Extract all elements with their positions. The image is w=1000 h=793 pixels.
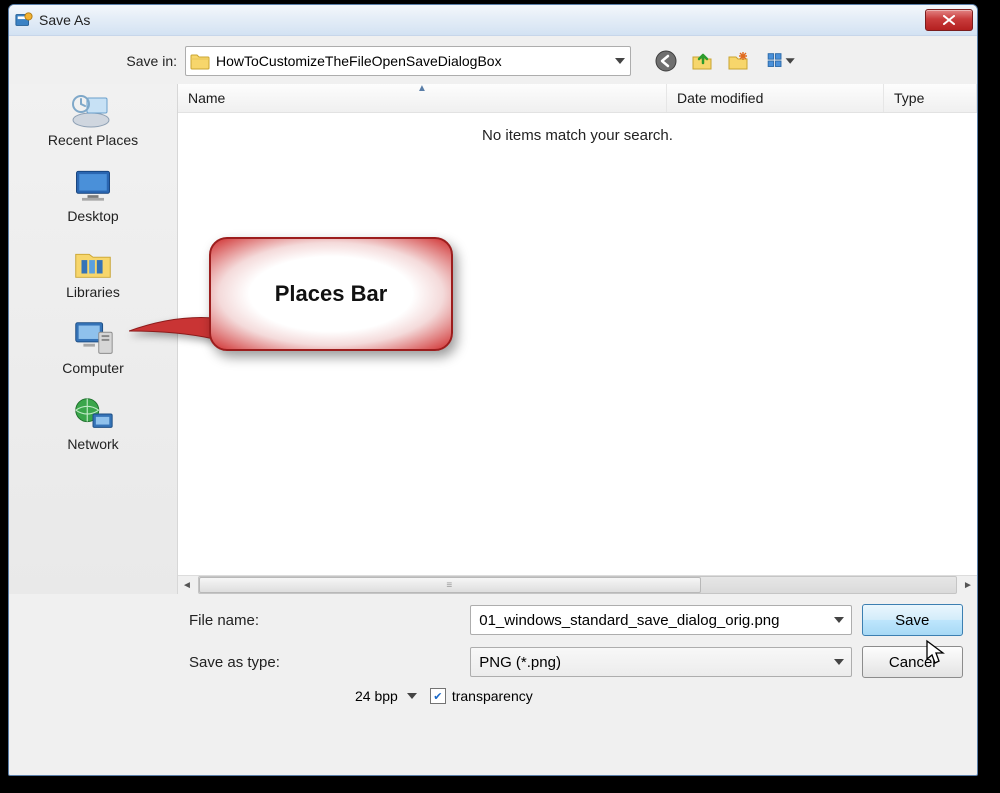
save-button-label: Save (895, 612, 929, 629)
place-network[interactable]: Network (23, 394, 163, 452)
bottom-form: File name: 01_windows_standard_save_dial… (9, 594, 977, 712)
view-menu-button[interactable] (761, 48, 801, 74)
folder-up-icon (690, 49, 714, 73)
computer-icon (69, 318, 117, 358)
scroll-left-icon[interactable]: ◄ (178, 577, 196, 593)
bpp-select[interactable]: 24 bpp (355, 688, 418, 704)
column-date-label: Date modified (677, 90, 763, 106)
horizontal-scrollbar[interactable]: ◄ ≡ ► (178, 575, 977, 594)
place-recent[interactable]: Recent Places (23, 90, 163, 148)
column-name[interactable]: Name ▲ (178, 84, 667, 112)
recent-places-icon (69, 90, 117, 130)
filename-label: File name: (21, 612, 460, 629)
view-menu-icon (764, 50, 798, 72)
column-name-label: Name (188, 90, 225, 106)
place-label: Computer (62, 360, 123, 376)
place-label: Desktop (67, 208, 118, 224)
toolbar-nav (653, 48, 801, 74)
save-in-label: Save in: (21, 53, 177, 69)
transparency-checkbox[interactable]: ✔ transparency (430, 688, 533, 704)
cancel-button-label: Cancel (889, 654, 936, 671)
desktop-icon (69, 166, 117, 206)
new-folder-button[interactable] (725, 48, 751, 74)
column-type[interactable]: Type (884, 84, 977, 112)
bpp-value: 24 bpp (355, 688, 398, 704)
place-label: Libraries (66, 284, 120, 300)
callout-text: Places Bar (275, 281, 388, 307)
chevron-down-icon (406, 690, 418, 702)
save-in-value: HowToCustomizeTheFileOpenSaveDialogBox (216, 53, 608, 69)
folder-icon (190, 52, 210, 70)
save-as-dialog: Save As Save in: HowToCustomizeTheFileOp… (8, 4, 978, 776)
sort-ascending-icon: ▲ (417, 83, 427, 94)
savetype-select[interactable]: PNG (*.png) (470, 647, 851, 677)
folder-new-icon (726, 49, 750, 73)
close-icon (943, 15, 955, 25)
savetype-value: PNG (*.png) (479, 654, 826, 671)
list-header: Name ▲ Date modified Type (178, 84, 977, 113)
place-desktop[interactable]: Desktop (23, 166, 163, 224)
place-label: Network (67, 436, 118, 452)
app-icon (15, 11, 33, 29)
filename-value: 01_windows_standard_save_dialog_orig.png (479, 612, 826, 629)
filename-input[interactable]: 01_windows_standard_save_dialog_orig.png (470, 605, 851, 635)
column-date[interactable]: Date modified (667, 84, 884, 112)
back-button[interactable] (653, 48, 679, 74)
chevron-down-icon (614, 55, 626, 67)
titlebar: Save As (9, 5, 977, 36)
place-libraries[interactable]: Libraries (23, 242, 163, 300)
libraries-icon (69, 242, 117, 282)
checkbox-box: ✔ (430, 688, 446, 704)
column-type-label: Type (894, 90, 924, 106)
place-label: Recent Places (48, 132, 138, 148)
save-button[interactable]: Save (862, 604, 963, 636)
network-icon (69, 394, 117, 434)
up-one-level-button[interactable] (689, 48, 715, 74)
options-row: 24 bpp ✔ transparency (21, 688, 965, 704)
window-title: Save As (39, 12, 90, 28)
chevron-down-icon (833, 614, 845, 626)
scroll-track[interactable]: ≡ (198, 576, 957, 594)
scroll-thumb[interactable]: ≡ (199, 577, 701, 593)
savetype-label: Save as type: (21, 654, 460, 671)
cancel-button[interactable]: Cancel (862, 646, 963, 678)
places-bar-callout: Places Bar (209, 237, 453, 351)
transparency-label: transparency (452, 688, 533, 704)
close-button[interactable] (925, 9, 973, 31)
back-icon (654, 49, 678, 73)
chevron-down-icon (833, 656, 845, 668)
save-in-combo[interactable]: HowToCustomizeTheFileOpenSaveDialogBox (185, 46, 631, 76)
save-in-row: Save in: HowToCustomizeTheFileOpenSaveDi… (9, 36, 977, 84)
scroll-right-icon[interactable]: ► (959, 577, 977, 593)
